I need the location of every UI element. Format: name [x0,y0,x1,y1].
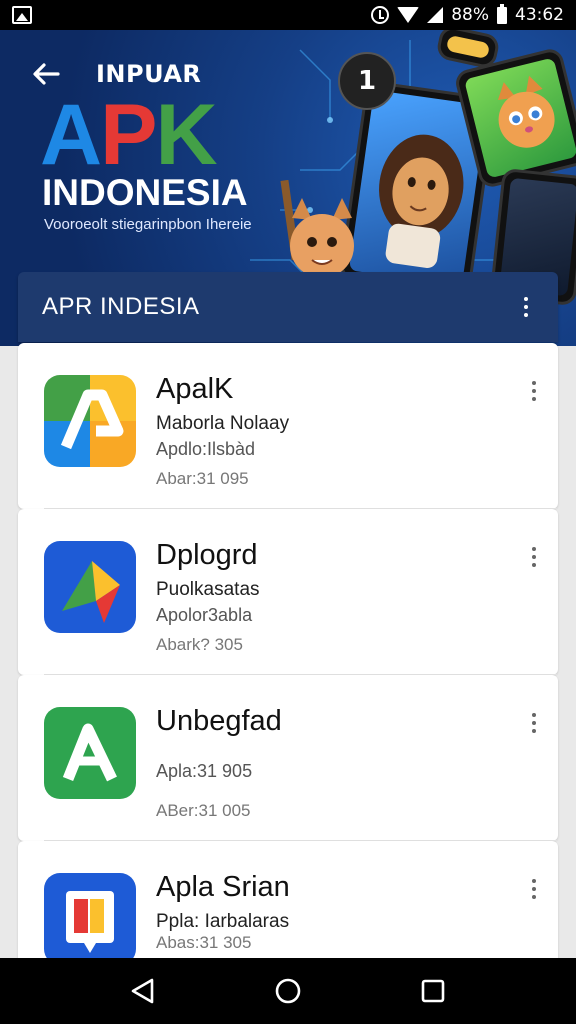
list-card-header: APR INDESIA [18,272,558,342]
item-more-options-icon[interactable] [526,377,542,405]
system-nav-bar [0,958,576,1024]
app-name: Apla Srian [156,871,290,903]
app-subtitle: Puolkasatas [156,579,260,600]
logo-letter-p: P [100,87,157,183]
hero-top-label: INPUAR [96,60,202,88]
apk-logo-text: APK [40,92,218,178]
home-icon[interactable] [268,971,308,1011]
app-list-item[interactable]: Unbegfad Apla:31 905 ABer:31 005 [18,675,558,841]
recents-icon[interactable] [413,971,453,1011]
app-detail: Apdlo:Ilsbàd [156,439,256,459]
app-name: ApalK [156,373,234,405]
app-list-item[interactable]: ApalK Maborla Nolaay Apdlo:Ilsbàd Abar:3… [18,343,558,509]
battery-icon [497,3,507,24]
app-icon-green-a [44,707,136,799]
hero-tagline: Vooroeolt stiegarinpbon Ihereie [44,216,252,233]
status-bar: 88% 43:62 [0,0,576,30]
app-icon-book [44,873,136,965]
item-more-options-icon[interactable] [526,709,542,737]
app-meta: Abar:31 095 [156,469,249,488]
app-subtitle: Ppla: Iarbalaras [156,911,290,932]
app-detail: Apolor3abla [156,605,253,625]
back-icon[interactable] [123,971,163,1011]
app-icon-a-multicolor [44,375,136,467]
logo-letter-a: A [40,87,102,183]
alarm-icon [371,6,390,24]
app-meta: ABer:31 005 [156,801,251,820]
clock: 43:62 [515,5,564,25]
gallery-icon [12,6,32,24]
item-more-options-icon[interactable] [526,543,542,571]
wifi-icon [397,7,420,23]
app-list-item[interactable]: Apla Srian Ppla: Iarbalaras Abas:31 305 [18,841,558,965]
logo-letter-k: K [155,87,217,183]
app-subtitle: Maborla Nolaay [156,413,290,434]
battery-percent: 88% [451,5,489,25]
app-name: Unbegfad [156,705,282,737]
list-card-title: APR INDESIA [42,293,200,320]
hero-title: INDONESIA [42,172,248,213]
app-name: Dplogrd [156,539,258,571]
app-meta: Abark? 305 [156,635,243,654]
signal-icon [427,7,444,23]
app-meta: Abas:31 305 [156,933,252,952]
more-options-icon[interactable] [518,293,534,321]
app-icon-play-triangle [44,541,136,633]
app-detail: Apla:31 905 [156,761,253,781]
app-list-item[interactable]: Dplogrd Puolkasatas Apolor3abla Abark? 3… [18,509,558,675]
badge-icon: 1 [338,52,396,110]
item-more-options-icon[interactable] [526,875,542,903]
